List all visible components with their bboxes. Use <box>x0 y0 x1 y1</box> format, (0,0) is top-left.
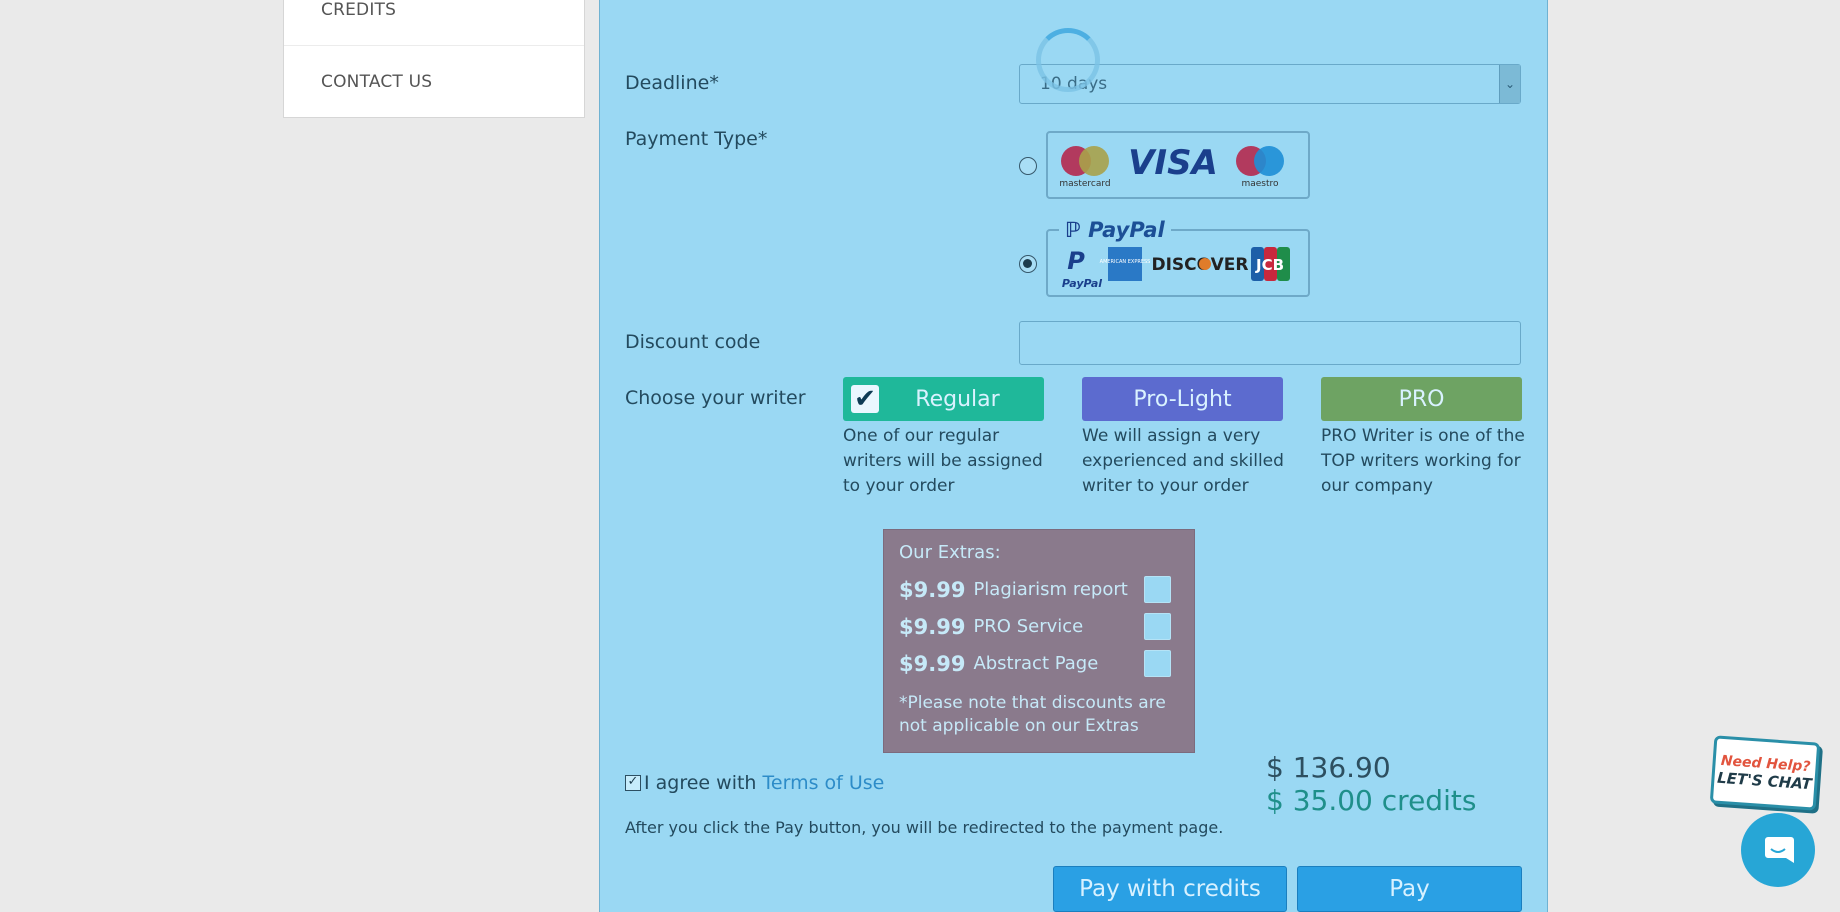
paypal-header-logo: ℙ PayPal <box>1059 218 1171 242</box>
terms-of-use-link[interactable]: Terms of Use <box>763 772 885 794</box>
discount-code-label: Discount code <box>625 331 761 353</box>
amex-logo-text: AMERICAN EXPRESS <box>1100 259 1151 265</box>
choose-writer-label: Choose your writer <box>625 387 806 409</box>
writer-regular-description: One of our regular writers will be assig… <box>843 426 1043 496</box>
writer-pro-description: PRO Writer is one of the TOP writers wor… <box>1321 426 1525 496</box>
payment-card-radio[interactable] <box>1019 157 1037 175</box>
writer-pro-button[interactable]: PRO <box>1321 377 1522 421</box>
extra-price: $9.99 <box>899 614 966 639</box>
sidebar-item-credits[interactable]: CREDITS <box>284 0 584 46</box>
payment-paypal-radio[interactable] <box>1019 255 1037 273</box>
redirect-note: After you click the Pay button, you will… <box>625 818 1224 837</box>
total-credits: $ 35.00 credits <box>1266 784 1477 817</box>
extras-title: Our Extras: <box>899 542 1001 563</box>
agree-terms-text: I agree with Terms of Use <box>644 772 884 794</box>
writer-pro-light-button[interactable]: Pro-Light <box>1082 377 1283 421</box>
sidebar-menu: CREDITS CONTACT US <box>283 0 585 118</box>
checkmark-icon: ✔ <box>851 384 879 414</box>
chat-open-button[interactable] <box>1741 813 1815 887</box>
loading-spinner-icon <box>1036 28 1100 92</box>
paypal-header-text: PayPal <box>1088 218 1165 242</box>
extra-item-plagiarism-report: $9.99 Plagiarism report <box>899 571 1179 608</box>
writer-pro-label: PRO <box>1398 386 1445 412</box>
sidebar-item-label: CREDITS <box>321 0 397 20</box>
need-help-chat-sign[interactable]: Need Help? LET'S CHAT <box>1709 735 1821 811</box>
deadline-label: Deadline* <box>625 72 719 94</box>
card-logos-box[interactable]: mastercard VISA maestro <box>1046 131 1310 199</box>
discount-code-input[interactable] <box>1019 321 1521 365</box>
extra-pro-service-checkbox[interactable] <box>1144 613 1171 640</box>
extra-item-abstract-page: $9.99 Abstract Page <box>899 645 1179 682</box>
sidebar-item-contact-us[interactable]: CONTACT US <box>284 46 584 117</box>
writer-pro-light-label: Pro-Light <box>1133 386 1232 412</box>
order-form-panel: Deadline* 10 days ⌄ Payment Type* master… <box>599 0 1548 912</box>
visa-logo-text: VISA <box>1128 143 1218 183</box>
chevron-down-icon[interactable]: ⌄ <box>1499 65 1520 103</box>
extra-price: $9.99 <box>899 577 966 602</box>
sidebar-item-label: CONTACT US <box>321 71 433 92</box>
mastercard-logo-text: mastercard <box>1059 179 1110 189</box>
extra-name: Plagiarism report <box>973 579 1128 600</box>
agree-terms-checkbox[interactable]: ✓ <box>625 775 641 791</box>
agree-label: I agree with <box>644 772 757 794</box>
maestro-logo-text: maestro <box>1241 179 1279 189</box>
extra-abstract-page-checkbox[interactable] <box>1144 650 1171 677</box>
extra-plagiarism-checkbox[interactable] <box>1144 576 1171 603</box>
writer-pro-light-description: We will assign a very experienced and sk… <box>1082 426 1284 496</box>
chat-bubble-icon <box>1765 837 1794 863</box>
writer-regular-label: Regular <box>915 386 1000 412</box>
extra-price: $9.99 <box>899 651 966 676</box>
extra-name: Abstract Page <box>973 653 1099 674</box>
mastercard-visa-maestro-logos: mastercard VISA maestro <box>1059 143 1284 189</box>
pay-button[interactable]: Pay <box>1297 866 1522 912</box>
extras-box: Our Extras: $9.99 Plagiarism report $9.9… <box>883 529 1195 753</box>
writer-regular-button[interactable]: ✔ Regular <box>843 377 1044 421</box>
paypal-small-logo-text: PayPal <box>1062 277 1102 290</box>
jcb-logo-text: JCB <box>1255 256 1284 274</box>
extra-item-pro-service: $9.99 PRO Service <box>899 608 1179 645</box>
payment-type-label: Payment Type* <box>625 128 768 150</box>
total-price: $ 136.90 <box>1266 751 1391 784</box>
svg-text:P: P <box>1067 247 1085 275</box>
extras-discount-note: *Please note that discounts are not appl… <box>899 693 1166 736</box>
pay-with-credits-button[interactable]: Pay with credits <box>1053 866 1287 912</box>
extra-name: PRO Service <box>973 616 1084 637</box>
